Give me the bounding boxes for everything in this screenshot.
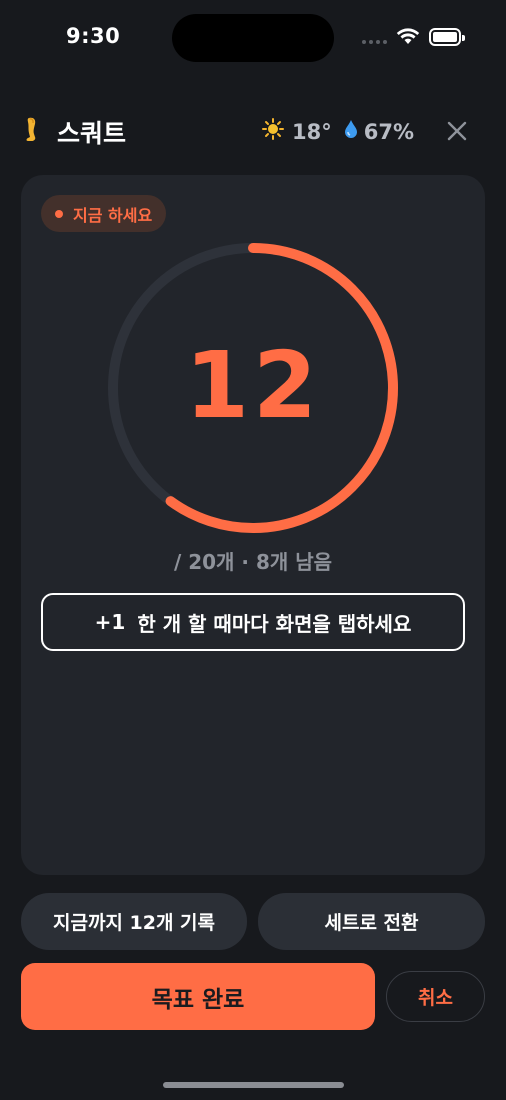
badge-dot <box>55 209 63 218</box>
leg-icon <box>24 116 44 148</box>
droplet-icon <box>344 119 358 144</box>
humidity: 67% <box>363 119 414 144</box>
cellular-signal-icon <box>362 40 387 44</box>
dynamic-island <box>172 14 334 62</box>
screen: 9:30 스쿼트 18° 67% 지금 하세요 12 / 20개 · 8개 남음… <box>0 0 506 1100</box>
complete-goal-button[interactable]: 목표 완료 <box>21 963 375 1030</box>
cancel-button[interactable]: 취소 <box>386 971 485 1022</box>
battery-icon <box>429 28 465 46</box>
sun-icon <box>262 118 284 145</box>
wifi-icon <box>396 27 420 49</box>
tap-label: 한 개 할 때마다 화면을 탭하세요 <box>137 611 412 636</box>
rep-remaining: / 20개 · 8개 남음 <box>173 550 333 574</box>
close-icon <box>447 121 467 141</box>
badge-label: 지금 하세요 <box>73 205 153 225</box>
tap-to-count-button[interactable]: +1 한 개 할 때마다 화면을 탭하세요 <box>41 593 465 651</box>
status-time: 9:30 <box>66 24 121 48</box>
record-progress-button[interactable]: 지금까지 12개 기록 <box>21 893 247 950</box>
temperature: 18° <box>292 119 332 144</box>
tap-prefix: +1 <box>94 610 126 634</box>
close-button[interactable] <box>442 116 472 146</box>
home-indicator <box>163 1082 344 1088</box>
exercise-title: 스쿼트 <box>57 119 127 148</box>
weather-info: 18° 67% <box>262 118 414 145</box>
rep-count: 12 <box>184 332 322 439</box>
status-badge: 지금 하세요 <box>41 195 167 232</box>
switch-to-sets-button[interactable]: 세트로 전환 <box>258 893 485 950</box>
